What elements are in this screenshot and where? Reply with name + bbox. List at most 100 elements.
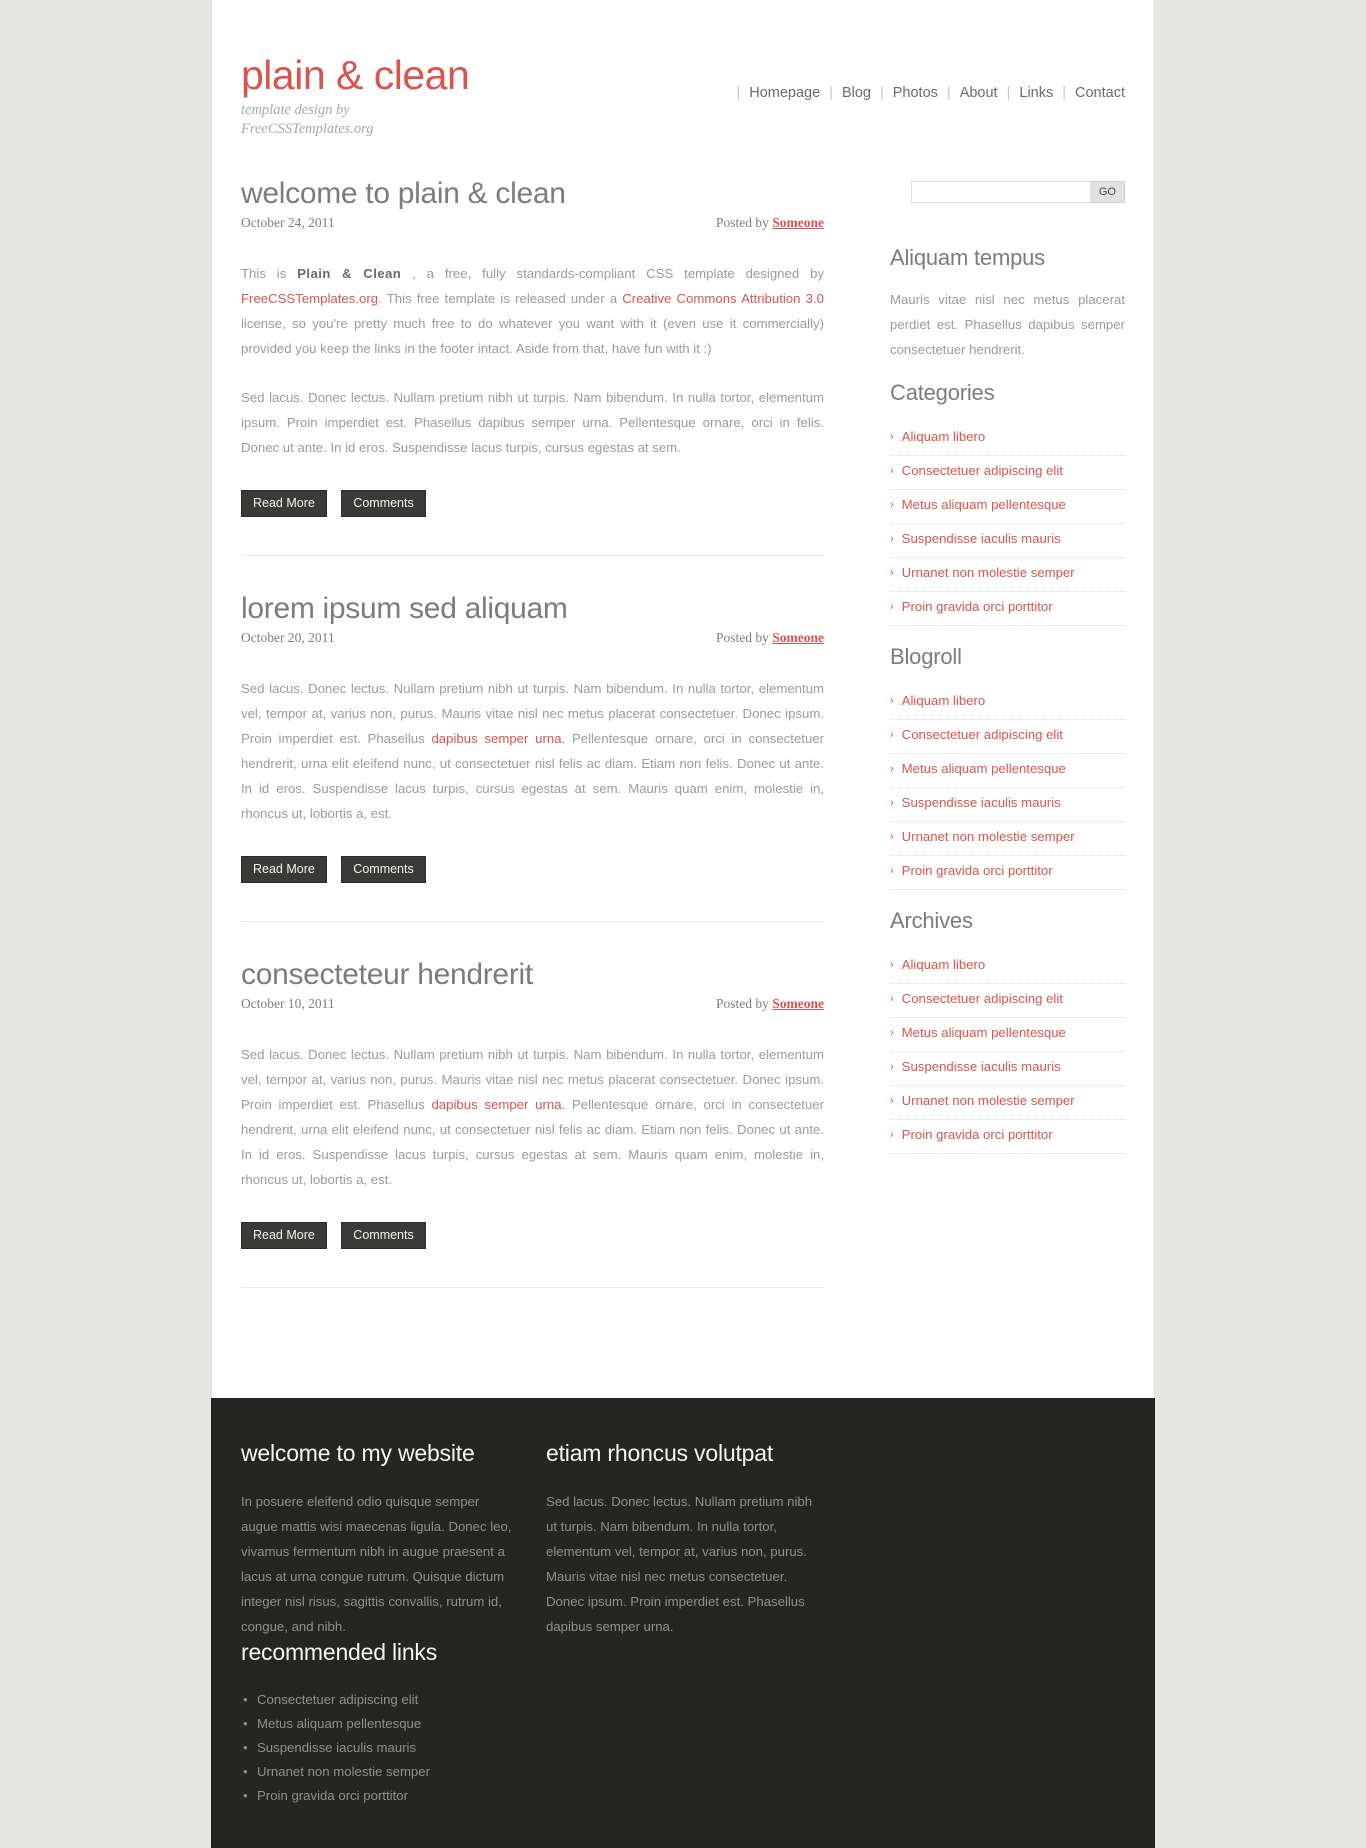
post-meta: October 20, 2011 Posted by Someone <box>241 630 824 646</box>
post-title[interactable]: lorem ipsum sed aliquam <box>241 590 824 628</box>
list-item[interactable]: Proin gravida orci porttitor <box>241 1784 517 1808</box>
list-item[interactable]: › Suspendisse iaculis mauris <box>890 1052 1125 1086</box>
inline-link[interactable]: dapibus semper urna <box>431 1097 561 1112</box>
post-paragraph: Sed lacus. Donec lectus. Nullam pretium … <box>241 389 824 455</box>
list-item[interactable]: › Consectetuer adipiscing elit <box>890 720 1125 754</box>
post-title[interactable]: consecteteur hendrerit <box>241 956 824 994</box>
blogroll-link[interactable]: Proin gravida orci porttitor <box>902 863 1053 878</box>
archive-link[interactable]: Consectetuer adipiscing elit <box>902 991 1063 1006</box>
list-item[interactable]: Metus aliquam pellentesque <box>241 1712 517 1736</box>
logo-title[interactable]: plain & clean <box>241 55 470 96</box>
footer-link[interactable]: Urnanet non molestie semper <box>257 1764 430 1779</box>
list-item[interactable]: › Suspendisse iaculis mauris <box>890 524 1125 558</box>
archive-link[interactable]: Suspendisse iaculis mauris <box>902 1059 1061 1074</box>
nav-item-blog[interactable]: Blog <box>842 85 871 101</box>
read-more-button[interactable]: Read More <box>241 489 327 517</box>
footer-title: welcome to my website <box>241 1440 475 1466</box>
category-link[interactable]: Suspendisse iaculis mauris <box>902 531 1061 546</box>
list-item[interactable]: › Aliquam libero <box>890 422 1125 456</box>
nav-item-links[interactable]: Links <box>1019 85 1053 101</box>
sidebar-blogroll-box: Blogroll › Aliquam libero › Consectetuer a… <box>890 644 1125 890</box>
comments-button[interactable]: Comments <box>341 489 426 517</box>
list-item[interactable]: › Consectetuer adipiscing elit <box>890 456 1125 490</box>
site-logo[interactable]: plain & clean template design by FreeCSS… <box>241 43 470 140</box>
list-item[interactable]: › Metus aliquam pellentesque <box>890 754 1125 788</box>
author-link[interactable]: Someone <box>772 215 824 230</box>
list-item[interactable]: › Suspendisse iaculis mauris <box>890 788 1125 822</box>
list-item[interactable]: › Proin gravida orci porttitor <box>890 1120 1125 1154</box>
chevron-right-icon: › <box>890 465 894 477</box>
author-link[interactable]: Someone <box>772 630 824 645</box>
post-author: Posted by Someone <box>716 996 824 1012</box>
post-title[interactable]: welcome to plain & clean <box>241 175 824 213</box>
post-date: October 20, 2011 <box>241 629 335 645</box>
main-content: welcome to plain & clean October 24, 201… <box>241 153 824 1288</box>
post-item: welcome to plain & clean October 24, 201… <box>241 175 824 556</box>
author-link[interactable]: Someone <box>772 996 824 1011</box>
license-link[interactable]: Creative Commons Attribution 3.0 <box>622 291 824 306</box>
list-item[interactable]: › Urnanet non molestie semper <box>890 1086 1125 1120</box>
list-item[interactable]: Consectetuer adipiscing elit <box>241 1688 517 1712</box>
blogroll-link[interactable]: Aliquam libero <box>902 693 986 708</box>
read-more-button[interactable]: Read More <box>241 855 327 883</box>
footer-link[interactable]: Proin gravida orci porttitor <box>257 1788 408 1803</box>
post-body: Sed lacus. Donec lectus. Nullam pretium … <box>241 676 824 826</box>
footer-link[interactable]: Suspendisse iaculis mauris <box>257 1740 416 1755</box>
blogroll-link[interactable]: Consectetuer adipiscing elit <box>902 727 1063 742</box>
site-footer: welcome to my website In posuere eleifen… <box>211 1398 1155 1848</box>
nav-separator: | <box>1006 85 1011 101</box>
list-item[interactable]: › Metus aliquam pellentesque <box>890 490 1125 524</box>
archive-link[interactable]: Metus aliquam pellentesque <box>902 1025 1066 1040</box>
list-item[interactable]: Urnanet non molestie semper <box>241 1760 517 1784</box>
footer-link[interactable]: Consectetuer adipiscing elit <box>257 1692 418 1707</box>
category-link[interactable]: Urnanet non molestie semper <box>902 565 1075 580</box>
chevron-right-icon: › <box>890 993 894 1005</box>
text-run: . This free template is released under a <box>378 290 623 306</box>
nav-item-photos[interactable]: Photos <box>893 85 938 101</box>
inline-link[interactable]: dapibus semper urna <box>431 731 561 746</box>
comments-button[interactable]: Comments <box>341 855 426 883</box>
nav-item-about[interactable]: About <box>960 85 998 101</box>
search-input[interactable] <box>910 181 1091 203</box>
search-go-button[interactable]: GO <box>1090 181 1125 203</box>
blogroll-link[interactable]: Suspendisse iaculis mauris <box>902 795 1061 810</box>
chevron-right-icon: › <box>890 1061 894 1073</box>
archive-link[interactable]: Aliquam libero <box>902 957 986 972</box>
list-item[interactable]: › Aliquam libero <box>890 686 1125 720</box>
sidebar-about-box: Aliquam tempus Mauris vitae nisl nec met… <box>890 245 1125 362</box>
list-item[interactable]: › Proin gravida orci porttitor <box>890 592 1125 626</box>
archive-link[interactable]: Proin gravida orci porttitor <box>902 1127 1053 1142</box>
footer-link[interactable]: Metus aliquam pellentesque <box>257 1716 421 1731</box>
logo-tagline: template design by FreeCSSTemplates.org <box>241 101 401 140</box>
category-link[interactable]: Consectetuer adipiscing elit <box>902 463 1063 478</box>
nav-separator: | <box>829 85 833 101</box>
blogroll-link[interactable]: Metus aliquam pellentesque <box>902 761 1066 776</box>
list-item[interactable]: › Proin gravida orci porttitor <box>890 856 1125 890</box>
category-link[interactable]: Metus aliquam pellentesque <box>902 497 1066 512</box>
freecsstemplates-link[interactable]: FreeCSSTemplates.org <box>241 291 378 306</box>
category-link[interactable]: Proin gravida orci porttitor <box>902 599 1053 614</box>
chevron-right-icon: › <box>890 695 894 707</box>
post-body: This is Plain & Clean , a free, fully st… <box>241 261 824 460</box>
list-item[interactable]: › Aliquam libero <box>890 950 1125 984</box>
list-item[interactable]: Suspendisse iaculis mauris <box>241 1736 517 1760</box>
text-run: This is <box>241 265 298 281</box>
text-run: license, so you're pretty much free to d… <box>241 315 824 356</box>
list-item[interactable]: › Metus aliquam pellentesque <box>890 1018 1125 1052</box>
nav-item-contact[interactable]: Contact <box>1075 85 1125 101</box>
list-item[interactable]: › Urnanet non molestie semper <box>890 558 1125 592</box>
list-item[interactable]: › Urnanet non molestie semper <box>890 822 1125 856</box>
footer-column-etiam: etiam rhoncus volutpat Sed lacus. Donec … <box>546 1440 822 1639</box>
blogroll-link[interactable]: Urnanet non molestie semper <box>902 829 1075 844</box>
nav-item-homepage[interactable]: Homepage <box>749 85 820 101</box>
nav-separator: | <box>946 85 951 101</box>
footer-text: Sed lacus. Donec lectus. Nullam pretium … <box>546 1494 813 1634</box>
read-more-button[interactable]: Read More <box>241 1221 327 1249</box>
posted-by-label: Posted by <box>715 629 769 645</box>
archive-link[interactable]: Urnanet non molestie semper <box>902 1093 1075 1108</box>
list-item[interactable]: › Consectetuer adipiscing elit <box>890 984 1125 1018</box>
category-link[interactable]: Aliquam libero <box>902 429 986 444</box>
comments-button[interactable]: Comments <box>341 1221 426 1249</box>
chevron-right-icon: › <box>890 601 894 613</box>
footer-column-links: recommended links Consectetuer adipiscin… <box>241 1639 517 1808</box>
